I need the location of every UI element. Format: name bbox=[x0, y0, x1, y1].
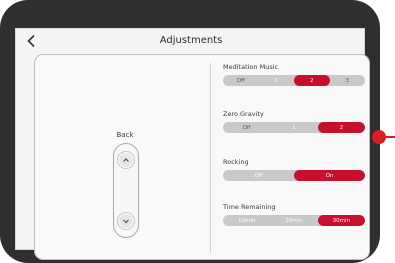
time-remaining-option-20min[interactable]: 20min bbox=[270, 215, 317, 226]
rocking-selector: Off On bbox=[223, 170, 365, 181]
zero-gravity-option-off[interactable]: Off bbox=[223, 122, 270, 133]
rocking-option-on[interactable]: On bbox=[294, 170, 365, 181]
rocking-label: Rocking bbox=[223, 158, 249, 166]
zero-gravity-option-1[interactable]: 1 bbox=[270, 122, 317, 133]
zero-gravity-group: Zero Gravity Off 1 2 bbox=[223, 110, 365, 133]
meditation-music-selector: Off 1 2 3 bbox=[223, 75, 365, 86]
chevron-up-icon bbox=[123, 158, 129, 162]
back-rocker-control bbox=[113, 143, 139, 238]
time-remaining-option-30min[interactable]: 30min bbox=[317, 215, 365, 226]
meditation-music-option-1[interactable]: 1 bbox=[259, 75, 295, 86]
meditation-music-option-2[interactable]: 2 bbox=[294, 75, 330, 86]
zero-gravity-label: Zero Gravity bbox=[223, 110, 264, 118]
time-remaining-label: Time Remaining bbox=[223, 203, 276, 211]
zero-gravity-option-2[interactable]: 2 bbox=[317, 122, 365, 133]
back-section-label: Back bbox=[116, 131, 134, 139]
zero-gravity-selector: Off 1 2 bbox=[223, 122, 365, 133]
meditation-music-option-3[interactable]: 3 bbox=[330, 75, 366, 86]
page-title: Adjustments bbox=[159, 35, 223, 46]
chevron-down-icon bbox=[123, 219, 129, 224]
meditation-music-option-off[interactable]: Off bbox=[223, 75, 259, 86]
adjustments-panel: Back Meditation Music Off 1 2 3 Zero Gra… bbox=[34, 54, 370, 260]
rocking-option-off[interactable]: Off bbox=[223, 170, 294, 181]
meditation-music-group: Meditation Music Off 1 2 3 bbox=[223, 63, 365, 86]
time-remaining-selector: 10min 20min 30min bbox=[223, 215, 365, 226]
meditation-music-label: Meditation Music bbox=[223, 63, 279, 71]
tablet-device: Adjustments Back Meditation Music Off 1 … bbox=[0, 0, 380, 263]
rocking-group: Rocking Off On bbox=[223, 158, 365, 181]
time-remaining-group: Time Remaining 10min 20min 30min bbox=[223, 203, 365, 226]
tablet-screen: Adjustments Back Meditation Music Off 1 … bbox=[15, 28, 370, 260]
back-down-button[interactable] bbox=[117, 212, 135, 230]
panel-divider bbox=[210, 63, 211, 253]
side-indicator-line bbox=[384, 136, 395, 138]
back-up-button[interactable] bbox=[117, 151, 135, 169]
time-remaining-option-10min[interactable]: 10min bbox=[223, 215, 270, 226]
